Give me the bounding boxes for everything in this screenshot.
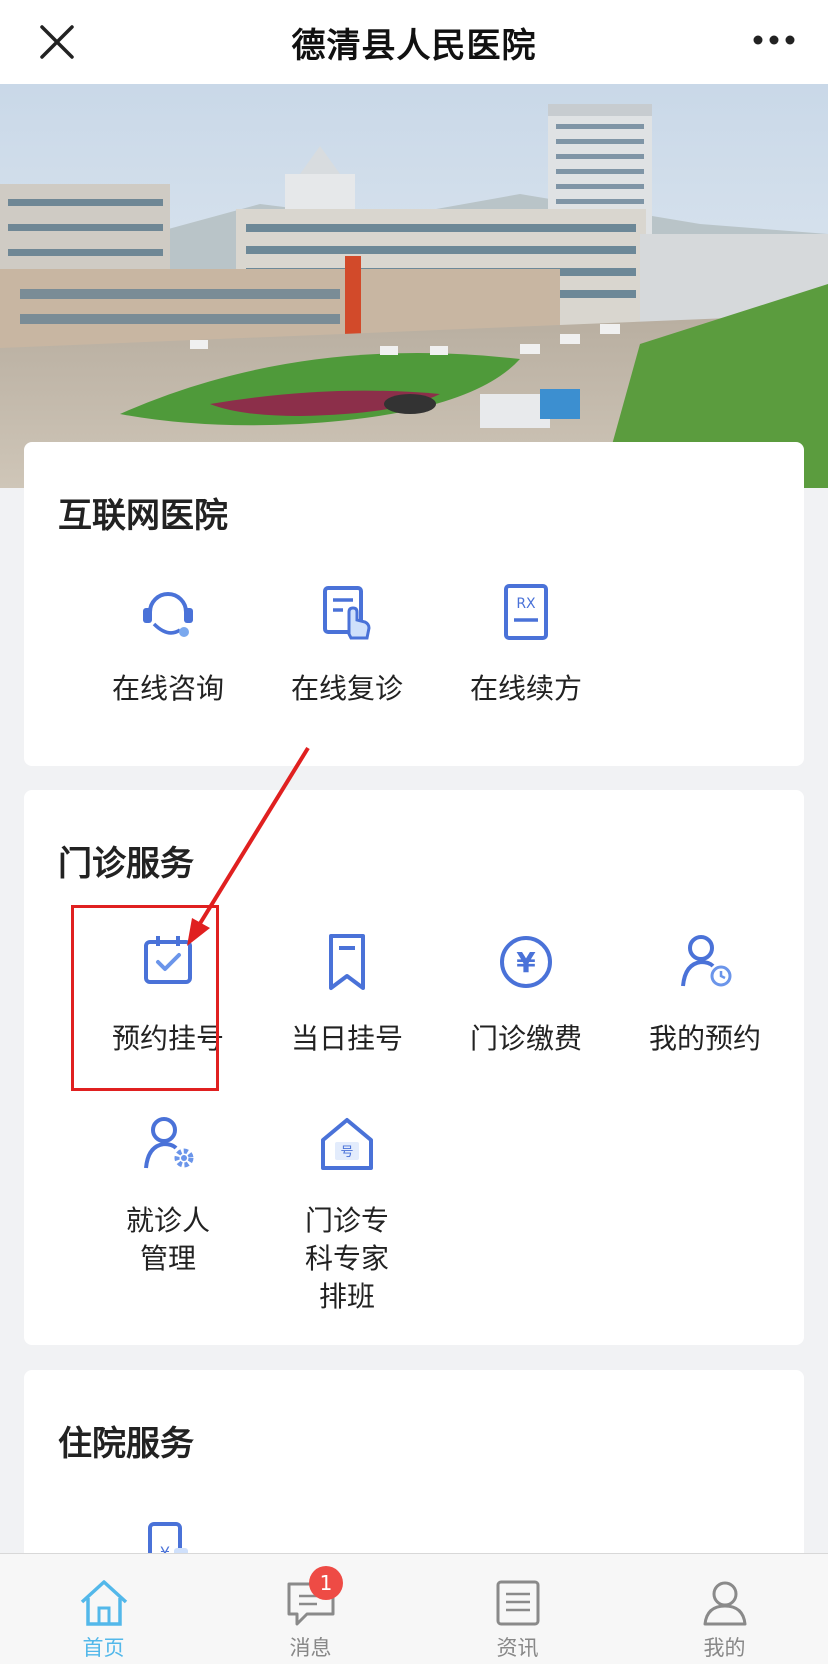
news-icon — [496, 1580, 540, 1626]
home-icon — [80, 1580, 128, 1626]
unread-badge: 1 — [309, 1566, 343, 1600]
tab-label: 资讯 — [496, 1636, 539, 1660]
patient-management-tile[interactable]: 就诊人管理 — [78, 1110, 258, 1286]
section-title: 住院服务 — [58, 1424, 194, 1464]
tab-news[interactable]: 资讯 — [414, 1554, 621, 1664]
internet-hospital-card: 互联网医院 在线咨询 在线复诊 RX 在线续方 — [24, 442, 804, 766]
tab-home[interactable]: 首页 — [0, 1554, 207, 1664]
tile-label: 就诊人管理 — [125, 1204, 210, 1275]
online-consultation-tile[interactable]: 在线咨询 — [78, 578, 258, 708]
tile-label: 门诊缴费 — [469, 1022, 582, 1055]
user-clock-icon — [681, 935, 732, 987]
online-prescription-refill-tile[interactable]: RX 在线续方 — [436, 578, 616, 708]
svg-text:RX: RX — [516, 596, 536, 612]
yen-coin-icon: ¥ — [500, 936, 552, 988]
tab-label: 首页 — [82, 1636, 125, 1660]
headset-icon — [143, 592, 193, 637]
tile-label: 在线咨询 — [111, 672, 224, 705]
profile-icon — [703, 1581, 747, 1626]
tile-label: 在线续方 — [469, 672, 582, 705]
tab-label: 我的 — [703, 1636, 746, 1660]
highlight-box — [71, 905, 219, 1091]
tab-label: 消息 — [289, 1636, 332, 1660]
user-gear-icon — [144, 1117, 194, 1169]
tile-label: 我的预约 — [648, 1022, 761, 1055]
tab-mine[interactable]: 我的 — [621, 1554, 828, 1664]
my-appointments-tile[interactable]: 我的预约 — [615, 928, 795, 1058]
inpatient-services-card: 住院服务 ¥ — [24, 1370, 804, 1578]
hospital-banner-image — [0, 84, 828, 488]
prescription-rx-icon: RX — [504, 584, 548, 640]
page-title: 德清县人民医院 — [291, 25, 537, 66]
top-bar: 德清县人民医院 — [0, 0, 828, 84]
touch-document-icon — [323, 586, 371, 640]
tile-label: 在线复诊 — [290, 672, 403, 705]
bottom-tab-bar: 首页 1 消息 资讯 我的 — [0, 1553, 828, 1664]
section-title: 门诊服务 — [58, 844, 194, 884]
close-icon[interactable] — [36, 21, 78, 63]
outpatient-payment-tile[interactable]: ¥ 门诊缴费 — [436, 928, 616, 1058]
tile-label: 门诊专科专家排班 — [304, 1204, 389, 1313]
bookmark-icon — [329, 934, 365, 990]
section-title: 互联网医院 — [58, 496, 228, 536]
specialist-schedule-tile[interactable]: 号 门诊专科专家排班 — [257, 1110, 437, 1313]
tab-messages[interactable]: 1 消息 — [207, 1554, 414, 1664]
svg-text:¥: ¥ — [516, 946, 536, 979]
house-number-icon: 号 — [321, 1118, 373, 1170]
online-revisit-tile[interactable]: 在线复诊 — [257, 578, 437, 708]
tile-label: 当日挂号 — [290, 1022, 403, 1055]
svg-text:号: 号 — [340, 1145, 353, 1160]
same-day-registration-tile[interactable]: 当日挂号 — [257, 928, 437, 1058]
more-options-icon[interactable] — [752, 30, 796, 50]
